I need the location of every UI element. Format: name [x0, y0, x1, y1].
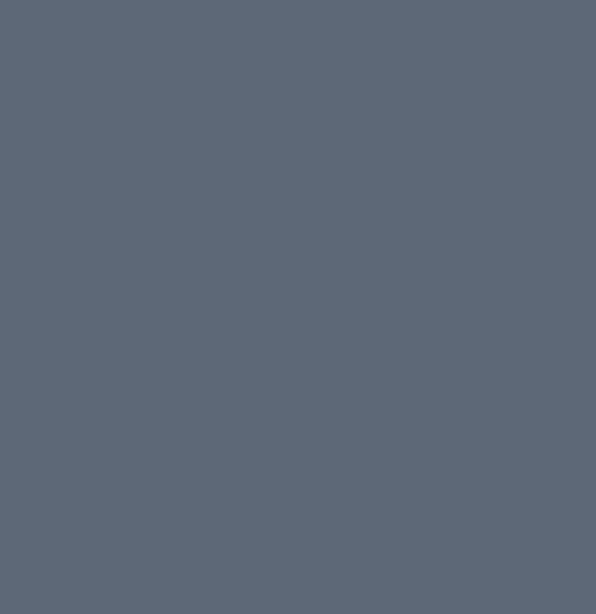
- viewport-background: [0, 0, 596, 614]
- 3d-viewport[interactable]: [0, 0, 596, 614]
